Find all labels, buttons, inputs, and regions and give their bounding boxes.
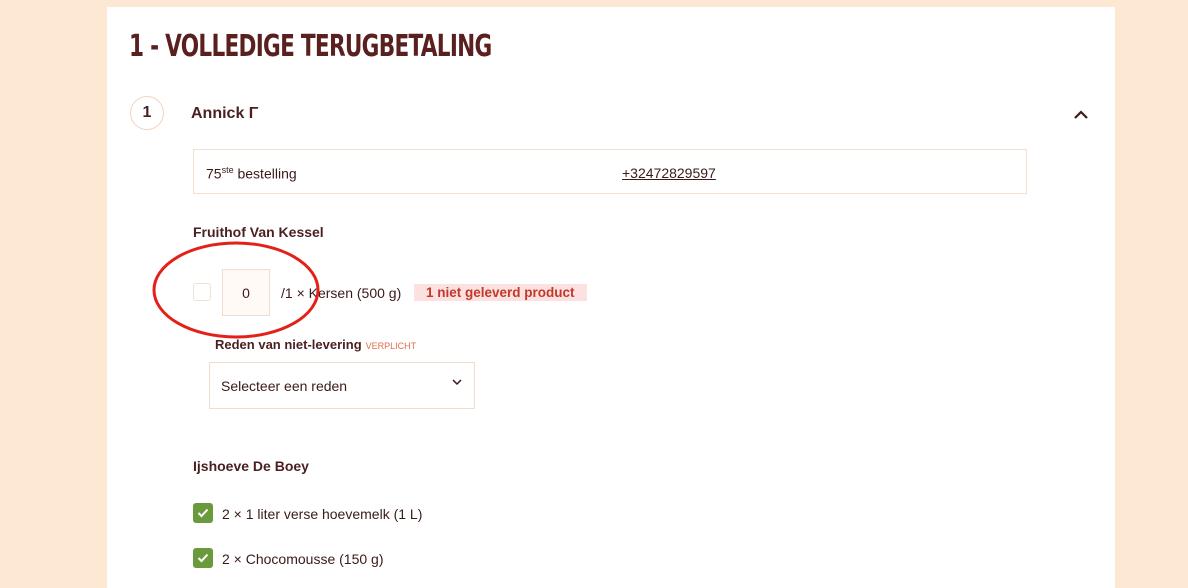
not-delivered-badge: 1 niet geleverd product [414,284,587,301]
reason-label: Reden van niet-levering VERPLICHT [215,337,417,352]
step-number-badge: 1 [130,96,164,130]
supplier-heading: Fruithof Van Kessel [193,224,324,240]
chevron-down-icon [452,379,462,386]
reason-select-value: Selecteer een reden [221,378,348,394]
checkmark-icon [197,508,209,518]
required-tag: VERPLICHT [365,341,417,351]
collapse-button[interactable] [1071,105,1091,123]
quantity-input[interactable]: 0 [222,269,270,316]
checkmark-icon [197,553,209,563]
product-checkbox-checked[interactable] [193,548,213,568]
section-title: 1 - VOLLEDIGE TERUGBETALING [129,29,492,64]
chevron-up-icon [1074,109,1088,119]
product-checkbox-checked[interactable] [193,503,213,523]
order-count: 75ste bestelling [206,165,297,182]
refund-card: 1 - VOLLEDIGE TERUGBETALING 1 Annick Γ 7… [107,7,1115,588]
customer-name: Annick Γ [191,105,259,122]
product-label: 2 × 1 liter verse hoevemelk (1 L) [222,506,423,522]
product-label: 2 × Chocomousse (150 g) [222,551,384,567]
reason-select[interactable]: Selecteer een reden [209,362,475,409]
product-label: /1 × Kersen (500 g) [281,285,402,301]
supplier-heading: Ijshoeve De Boey [193,458,309,474]
order-info-box: 75ste bestelling +32472829597 [193,149,1027,194]
product-checkbox[interactable] [193,283,211,301]
phone-link[interactable]: +32472829597 [622,165,716,181]
